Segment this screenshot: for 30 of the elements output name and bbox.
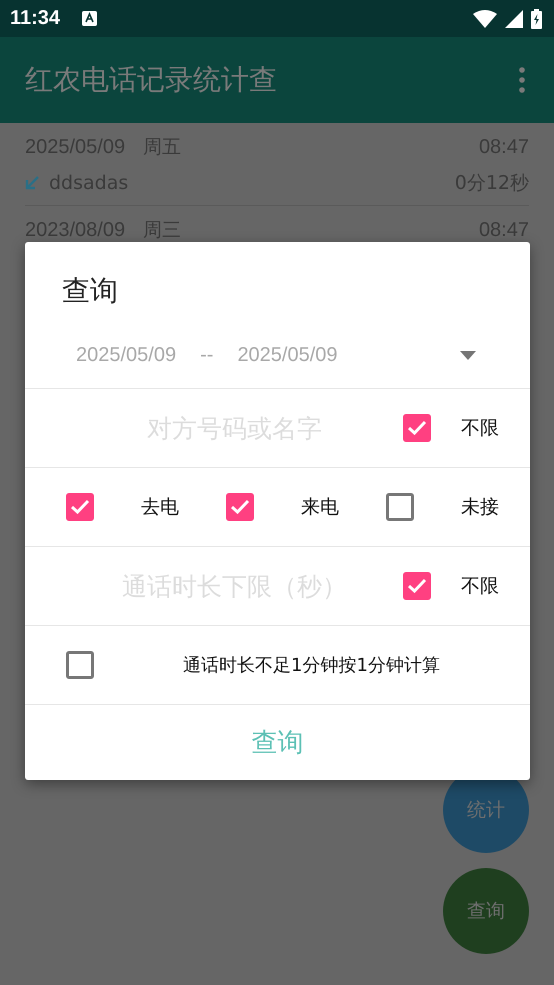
date-separator: --	[200, 344, 214, 366]
dialog-title: 查询	[61, 273, 119, 309]
checkbox[interactable]	[66, 651, 94, 679]
arrow-icon	[25, 176, 39, 190]
start-date[interactable]: 2025/05/09	[76, 344, 176, 366]
checkbox[interactable]	[226, 493, 254, 521]
battery-icon	[531, 8, 542, 28]
more-options-icon[interactable]	[519, 67, 525, 93]
keyboard-icon	[82, 11, 98, 26]
dropdown-icon[interactable]	[460, 350, 476, 360]
checkbox-label: 不限	[461, 416, 499, 441]
checkmark-icon	[407, 420, 427, 436]
checkbox[interactable]	[403, 414, 431, 442]
checkbox-label: 去电	[141, 495, 179, 520]
signal-icon	[505, 10, 523, 28]
checkmark-icon	[407, 578, 427, 594]
status-time: 11:34	[10, 7, 60, 30]
checkmark-icon	[230, 499, 250, 515]
checkbox-label: 来电	[301, 495, 339, 520]
checkbox[interactable]	[66, 493, 94, 521]
checkbox-label: 未接	[461, 495, 499, 520]
wifi-icon	[473, 10, 497, 28]
app-title: 红农电话记录统计查	[25, 62, 277, 98]
fab-button[interactable]: 查询	[443, 868, 529, 954]
checkbox[interactable]	[403, 572, 431, 600]
end-date[interactable]: 2025/05/09	[237, 344, 338, 366]
checkbox-label: 不限	[461, 574, 499, 599]
checkbox-label: 通话时长不足1分钟按1分钟计算	[182, 654, 441, 677]
checkbox[interactable]	[386, 493, 414, 521]
checkmark-icon	[70, 499, 90, 515]
